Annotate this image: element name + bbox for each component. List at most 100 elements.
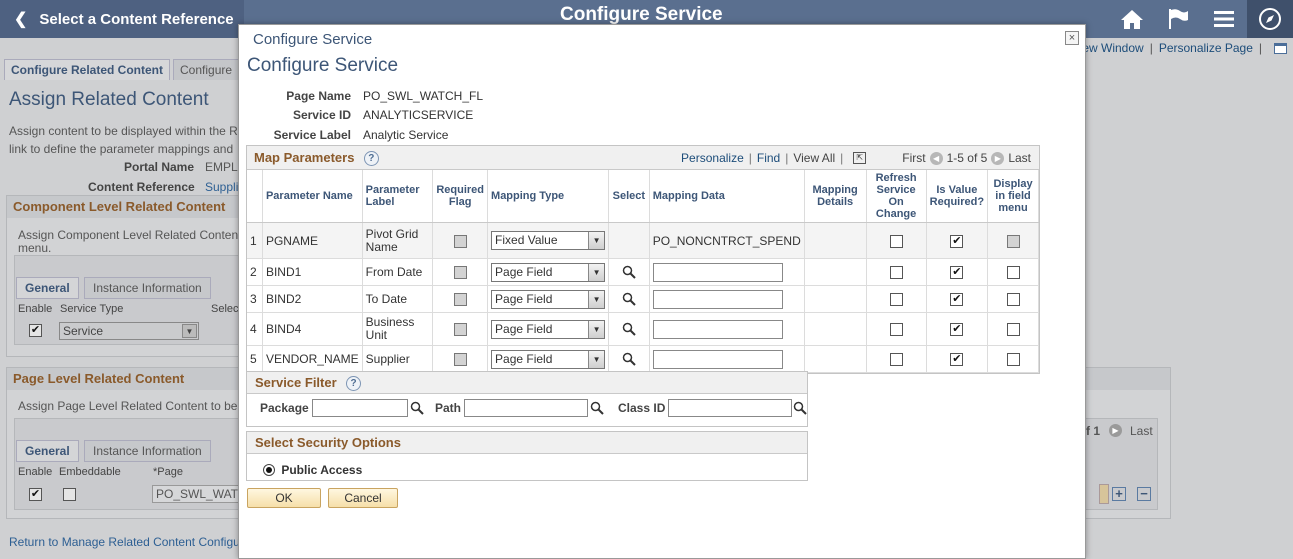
display-in-menu-checkbox[interactable]: [1006, 323, 1020, 337]
display-in-menu-checkbox[interactable]: [1006, 293, 1020, 307]
mapping-type-select[interactable]: Fixed Value ▼: [491, 231, 606, 250]
mapping-data-value: PO_NONCNTRCT_SPEND: [649, 222, 805, 259]
home-icon: [1121, 10, 1143, 29]
lookup-search-icon[interactable]: [622, 265, 636, 280]
chevron-down-icon: ▼: [588, 263, 605, 281]
col-is-value-required: Is Value Required?: [926, 170, 989, 223]
class-id-input[interactable]: [668, 399, 792, 417]
find-link[interactable]: Find: [757, 151, 780, 165]
path-search-icon[interactable]: [590, 401, 604, 415]
zoom-grid-icon[interactable]: ⇱: [853, 152, 867, 164]
class-id-search-icon[interactable]: [793, 401, 807, 415]
mapping-data-input[interactable]: [652, 289, 783, 309]
map-parameters-header: Map Parameters ? Personalize | Find | Vi…: [247, 146, 1039, 170]
personalize-page-link[interactable]: Personalize Page: [1159, 41, 1253, 55]
grid-icon[interactable]: [1274, 42, 1287, 54]
value-required-checkbox[interactable]: ✔: [950, 323, 964, 337]
help-icon[interactable]: ?: [363, 151, 379, 167]
actions-menu-button[interactable]: [1201, 0, 1247, 38]
chevron-down-icon: ▼: [588, 320, 605, 338]
mapping-type-select[interactable]: Page Field ▼: [491, 319, 606, 339]
page-grid-row-action[interactable]: [1099, 484, 1109, 504]
last-link[interactable]: Last: [1008, 151, 1031, 165]
page-name-input[interactable]: PO_SWL_WAT: [152, 485, 240, 503]
content-reference-link[interactable]: Suppli: [205, 180, 238, 194]
modal-window-title: Configure Service: [253, 31, 373, 48]
parameter-name: BIND4: [262, 312, 363, 346]
service-id-value: ANALYTICSERVICE: [363, 108, 474, 122]
page-name-label: Page Name: [286, 89, 351, 103]
component-enable-checkbox[interactable]: ✔: [29, 324, 42, 337]
tab-configure-related-content[interactable]: Configure Related Content: [4, 59, 170, 80]
page-enable-checkbox[interactable]: ✔: [29, 488, 42, 501]
mapping-details-cell: [804, 285, 867, 313]
component-level-text1: Assign Component Level Related Conten: [18, 228, 239, 242]
mapping-data-input[interactable]: [652, 262, 783, 282]
mapping-data-input[interactable]: [652, 349, 783, 369]
display-in-menu-checkbox[interactable]: [1006, 353, 1020, 367]
back-button-label: Select a Content Reference: [39, 10, 234, 28]
component-col-enable: Enable: [18, 303, 53, 315]
delete-row-icon[interactable]: −: [1137, 487, 1151, 501]
navbar-button[interactable]: [1247, 0, 1293, 38]
refresh-checkbox[interactable]: [889, 266, 903, 280]
page-tab-instance[interactable]: Instance Information: [84, 440, 211, 462]
component-tab-general[interactable]: General: [16, 277, 79, 299]
help-icon[interactable]: ?: [346, 376, 361, 392]
service-label-value: Analytic Service: [363, 128, 449, 142]
return-link[interactable]: Return to Manage Related Content Configu: [9, 535, 240, 549]
lookup-search-icon[interactable]: [622, 352, 636, 367]
table-row: 3 BIND2 To Date Page Field ▼ ✔: [247, 285, 1039, 313]
view-all-link[interactable]: View All: [793, 151, 835, 165]
col-parameter-name: Parameter Name: [262, 170, 363, 223]
back-button[interactable]: ❮ Select a Content Reference: [0, 0, 244, 38]
package-input[interactable]: [312, 399, 408, 417]
mapping-data-input[interactable]: [652, 319, 783, 339]
first-link[interactable]: First: [902, 151, 925, 165]
add-row-icon[interactable]: +: [1112, 487, 1126, 501]
mapping-details-cell: [804, 345, 867, 373]
value-required-checkbox[interactable]: ✔: [950, 266, 964, 280]
path-input[interactable]: [464, 399, 588, 417]
close-icon[interactable]: ×: [1065, 31, 1079, 45]
cancel-button[interactable]: Cancel: [328, 488, 398, 508]
personalize-link[interactable]: Personalize: [681, 151, 744, 165]
mapping-type-value: Page Field: [495, 264, 553, 279]
tab-configure[interactable]: Configure: [173, 59, 240, 80]
public-access-radio[interactable]: [263, 463, 275, 476]
page-tab-general[interactable]: General: [16, 440, 79, 462]
lookup-search-icon[interactable]: [622, 322, 636, 337]
service-type-select[interactable]: Service ▼: [59, 322, 199, 340]
home-button[interactable]: [1109, 0, 1155, 38]
ok-button[interactable]: OK: [247, 488, 321, 508]
refresh-checkbox[interactable]: [889, 323, 903, 337]
component-level-title: Component Level Related Content: [7, 196, 245, 218]
mapping-type-select[interactable]: Page Field ▼: [491, 349, 606, 369]
previous-icon[interactable]: ◀: [929, 151, 943, 165]
page-grid-next-icon[interactable]: ▶: [1109, 422, 1122, 437]
notifications-button[interactable]: [1155, 0, 1201, 38]
value-required-checkbox[interactable]: ✔: [950, 293, 964, 307]
value-required-checkbox[interactable]: ✔: [950, 353, 964, 367]
refresh-checkbox[interactable]: [889, 293, 903, 307]
value-required-checkbox[interactable]: ✔: [950, 234, 964, 248]
refresh-checkbox[interactable]: [889, 234, 903, 248]
page-grid-last[interactable]: Last: [1130, 424, 1153, 438]
public-access-option[interactable]: Public Access: [263, 462, 362, 477]
lookup-search-icon[interactable]: [622, 292, 636, 307]
col-display-in-field-menu: Display in field menu: [987, 170, 1039, 223]
refresh-checkbox[interactable]: [889, 353, 903, 367]
map-parameters-grid: Map Parameters ? Personalize | Find | Vi…: [246, 145, 1040, 374]
col-refresh-on-change: Refresh Service On Change: [866, 170, 927, 223]
mapping-type-select[interactable]: Page Field ▼: [491, 289, 606, 309]
package-search-icon[interactable]: [410, 401, 424, 415]
chevron-down-icon: ▼: [182, 324, 197, 338]
component-tab-instance[interactable]: Instance Information: [84, 277, 211, 299]
mapping-type-select[interactable]: Page Field ▼: [491, 262, 606, 282]
next-icon[interactable]: ▶: [991, 151, 1005, 165]
display-in-menu-checkbox[interactable]: [1006, 266, 1020, 280]
page-embeddable-checkbox[interactable]: [63, 488, 76, 501]
mapping-type-value: Fixed Value: [495, 233, 558, 247]
chevron-down-icon: ▼: [588, 290, 605, 308]
map-parameters-title: Map Parameters: [254, 150, 355, 165]
